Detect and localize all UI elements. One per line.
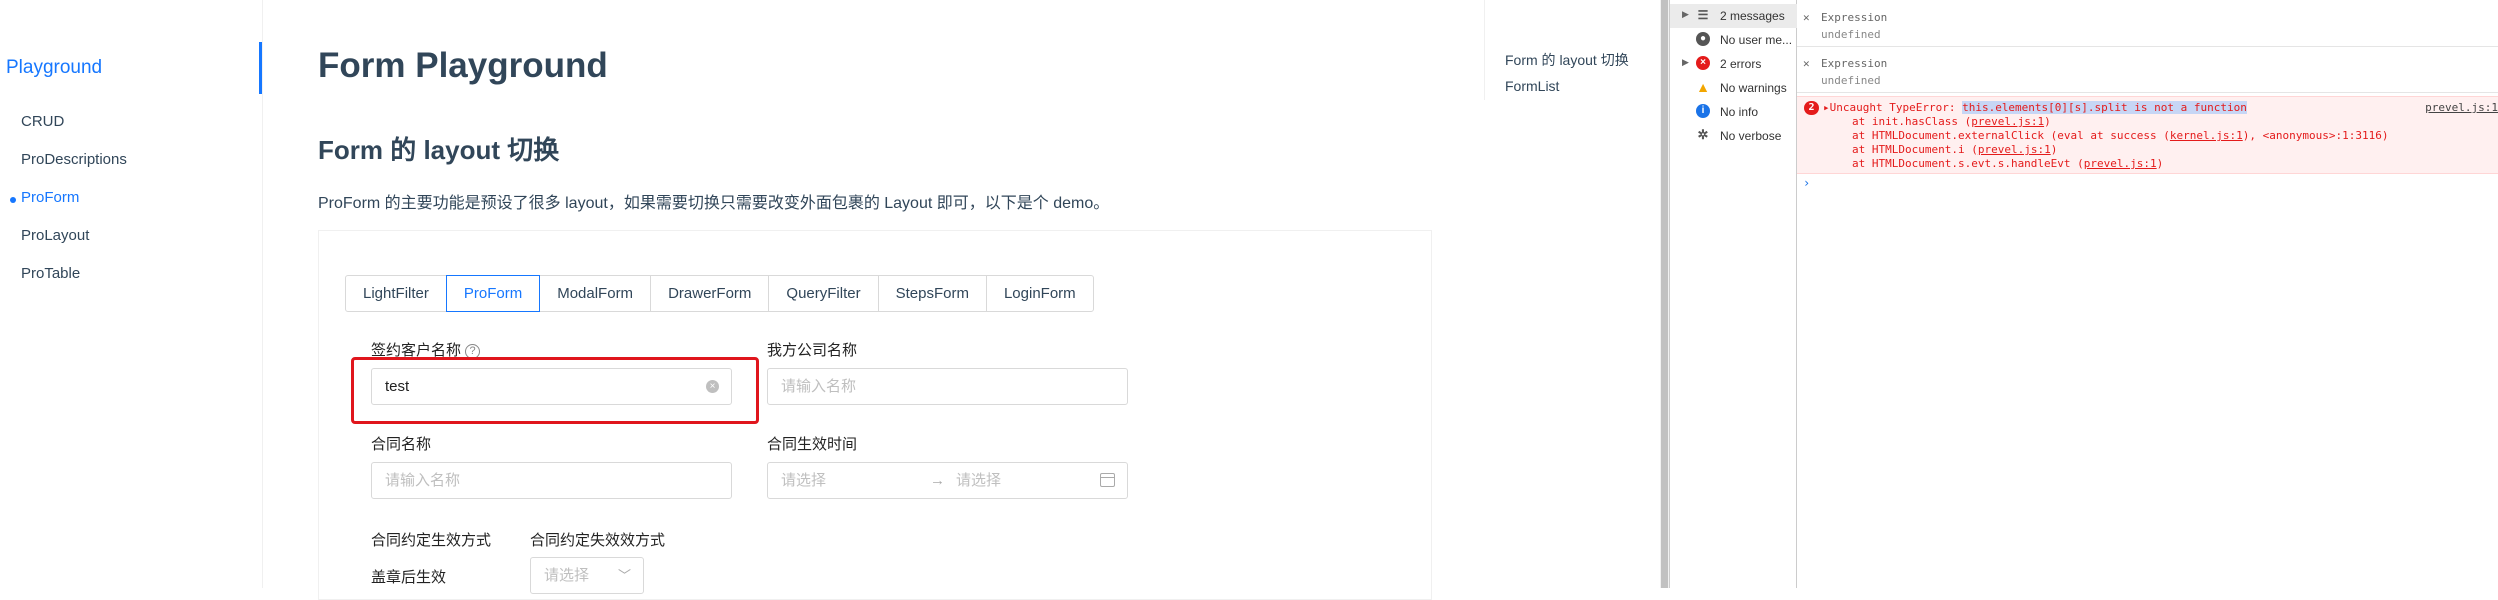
stack-frame: at HTMLDocument.i (prevel.js:1) — [1852, 143, 2058, 156]
nav-item-protable[interactable]: ProTable — [21, 265, 80, 282]
expand-triangle-icon[interactable]: ▶ — [1682, 57, 1689, 68]
contract-name-label: 合同名称 — [371, 436, 432, 453]
toc-link-formlist[interactable]: FormList — [1505, 78, 1559, 94]
active-dot-icon — [10, 197, 16, 203]
error-message: 2 ▸Uncaught TypeError: this.elements[0][… — [1797, 96, 2498, 174]
layout-option-queryfilter[interactable]: QueryFilter — [768, 275, 879, 312]
layout-option-modalform[interactable]: ModalForm — [539, 275, 652, 312]
stack-frame: at HTMLDocument.s.evt.s.handleEvt (preve… — [1852, 157, 2164, 170]
sidebar-item-user-messages[interactable]: ● No user me... — [1670, 28, 1797, 52]
range-end-input[interactable]: 请选择 — [956, 463, 1001, 498]
console-prompt[interactable]: › — [1803, 176, 1810, 190]
section-description: ProForm 的主要功能是预设了很多 layout，如果需要切换只需要改变外面… — [318, 195, 1110, 212]
layout-segmented-control: LightFilter ProForm ModalForm DrawerForm… — [345, 275, 1094, 312]
user-icon: ● — [1696, 32, 1710, 46]
company-name-label: 我方公司名称 — [767, 342, 858, 359]
side-navigation: Playground CRUD ProDescriptions ProForm … — [0, 0, 263, 588]
error-headline[interactable]: ▸Uncaught TypeError: this.elements[0][s]… — [1823, 101, 2247, 114]
close-icon[interactable]: ✕ — [1803, 11, 1810, 24]
layout-option-loginform[interactable]: LoginForm — [985, 275, 1094, 312]
page-title: Form Playground — [318, 46, 608, 85]
layout-option-stepsform[interactable]: StepsForm — [877, 275, 987, 312]
live-expression: ✕ Expression undefined — [1797, 48, 2498, 93]
company-name-input[interactable]: 请输入名称 — [767, 368, 1128, 405]
error-icon: × — [1696, 56, 1710, 70]
expand-triangle-icon[interactable]: ▶ — [1682, 9, 1689, 20]
info-icon: i — [1696, 104, 1710, 118]
nav-item-proform[interactable]: ProForm — [21, 189, 79, 206]
page-scrollbar-thumb[interactable] — [1661, 0, 1668, 588]
layout-option-drawerform[interactable]: DrawerForm — [650, 275, 770, 312]
live-expression: ✕ Expression undefined — [1797, 2, 2498, 47]
nav-item-crud[interactable]: CRUD — [21, 113, 64, 130]
console-sidebar: ▶ ☰ 2 messages ● No user me... ▶ × 2 err… — [1669, 0, 1797, 588]
effective-time-range-picker[interactable]: 请选择 → 请选择 — [767, 462, 1128, 499]
sidebar-item-info[interactable]: i No info — [1670, 100, 1797, 124]
highlight-box — [351, 357, 759, 424]
calendar-icon — [1100, 473, 1115, 487]
nav-item-prolayout[interactable]: ProLayout — [21, 227, 89, 244]
stack-frame: at HTMLDocument.externalClick (eval at s… — [1852, 129, 2389, 142]
contract-name-input[interactable]: 请输入名称 — [371, 462, 732, 499]
error-count-badge: 2 — [1804, 101, 1819, 115]
bug-icon: ✲ — [1697, 127, 1709, 142]
table-of-contents: Form 的 layout 切换 FormList — [1484, 0, 1654, 100]
layout-option-proform[interactable]: ProForm — [445, 275, 541, 312]
nav-group-playground[interactable]: Playground — [0, 42, 262, 94]
arrow-right-icon: → — [930, 472, 945, 489]
sidebar-item-messages[interactable]: ▶ ☰ 2 messages — [1670, 4, 1797, 28]
agreed-invalid-label: 合同约定失效效方式 — [530, 532, 666, 549]
nav-item-prodescriptions[interactable]: ProDescriptions — [21, 151, 127, 168]
list-icon: ☰ — [1697, 8, 1709, 22]
console-panel: ✕ Expression undefined ✕ Expression unde… — [1797, 0, 2498, 588]
section-title: Form 的 layout 切换 — [318, 135, 560, 165]
agreed-invalid-select[interactable]: 请选择 ﹀ — [530, 557, 644, 594]
layout-option-lightfilter[interactable]: LightFilter — [345, 275, 447, 312]
sidebar-item-errors[interactable]: ▶ × 2 errors — [1670, 52, 1797, 76]
toc-link-layout[interactable]: Form 的 layout 切换 — [1505, 50, 1629, 70]
range-start-input[interactable]: 请选择 — [781, 472, 826, 489]
close-icon[interactable]: ✕ — [1803, 57, 1810, 70]
agreed-effect-label: 合同约定生效方式 — [371, 532, 492, 549]
sidebar-item-verbose[interactable]: ✲ No verbose — [1670, 124, 1797, 148]
error-source-link[interactable]: prevel.js:1 — [2425, 101, 2498, 114]
docs-site: Playground CRUD ProDescriptions ProForm … — [0, 0, 1660, 600]
agreed-effect-value: 盖章后生效 — [371, 569, 447, 586]
warning-icon: ▲ — [1696, 79, 1710, 95]
effective-time-label: 合同生效时间 — [767, 436, 858, 453]
sidebar-item-warnings[interactable]: ▲ No warnings — [1670, 76, 1797, 100]
stack-frame: at init.hasClass (prevel.js:1) — [1852, 115, 2051, 128]
